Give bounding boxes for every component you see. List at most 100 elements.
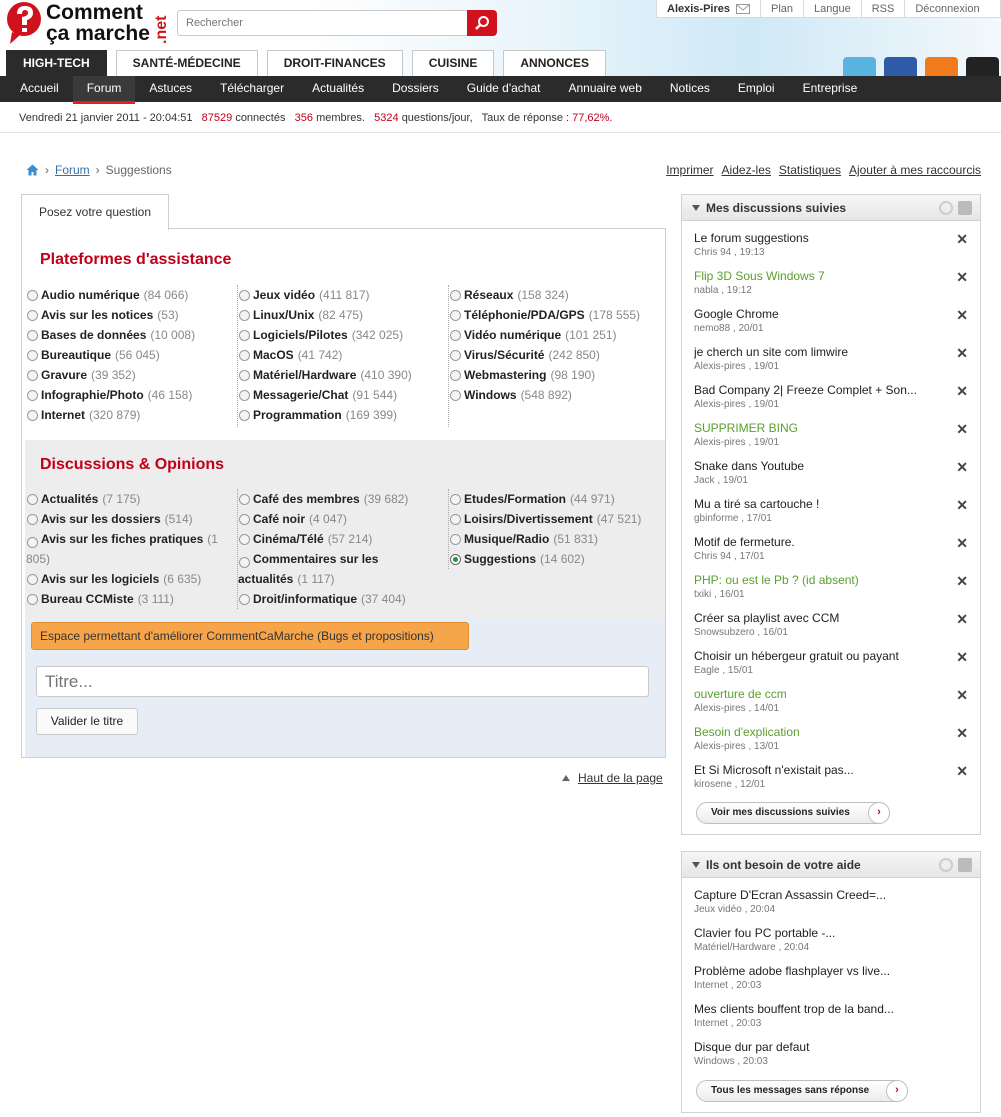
- discussion-title-link[interactable]: Disque dur par defaut: [694, 1040, 934, 1054]
- forum-category[interactable]: Virus/Sécurité (242 850): [449, 345, 660, 365]
- close-icon[interactable]: ✕: [956, 649, 968, 666]
- radio-button[interactable]: [239, 410, 250, 421]
- nav-telecharger[interactable]: Télécharger: [206, 76, 298, 102]
- forum-category[interactable]: Linux/Unix (82 475): [238, 305, 449, 325]
- close-icon[interactable]: ✕: [956, 573, 968, 590]
- nav-accueil[interactable]: Accueil: [6, 76, 73, 102]
- forum-category[interactable]: Café des membres (39 682): [238, 489, 449, 509]
- radio-button[interactable]: [239, 594, 250, 605]
- nav-entreprise[interactable]: Entreprise: [789, 76, 872, 102]
- forum-category[interactable]: Etudes/Formation (44 971): [449, 489, 660, 509]
- forum-category[interactable]: Messagerie/Chat (91 544): [238, 385, 449, 405]
- tab-sante-medecine[interactable]: SANTÉ-MÉDECINE: [115, 50, 258, 76]
- help-needed-header[interactable]: Ils ont besoin de votre aide: [682, 852, 980, 878]
- discussion-title-link[interactable]: Le forum suggestions: [694, 231, 934, 245]
- forum-category[interactable]: Bureau CCMiste (3 111): [26, 589, 238, 609]
- forum-category[interactable]: MacOS (41 742): [238, 345, 449, 365]
- forum-category[interactable]: Programmation (169 399): [238, 405, 449, 425]
- radio-button[interactable]: [27, 514, 38, 525]
- discussion-title-link[interactable]: Motif de fermeture.: [694, 535, 934, 549]
- mail-icon[interactable]: [735, 3, 750, 14]
- radio-button[interactable]: [27, 574, 38, 585]
- radio-button[interactable]: [450, 554, 461, 565]
- radio-button[interactable]: [27, 330, 38, 341]
- forum-category[interactable]: Bases de données (10 008): [26, 325, 238, 345]
- forum-category[interactable]: Webmastering (98 190): [449, 365, 660, 385]
- discussion-title-link[interactable]: Et Si Microsoft n'existait pas...: [694, 763, 934, 777]
- forum-category[interactable]: Avis sur les dossiers (514): [26, 509, 238, 529]
- title-input[interactable]: [36, 666, 649, 697]
- tab-high-tech[interactable]: HIGH-TECH: [6, 50, 107, 76]
- statistics-link[interactable]: Statistiques: [779, 163, 841, 177]
- discussion-title-link[interactable]: Choisir un hébergeur gratuit ou payant: [694, 649, 934, 663]
- validate-title-button[interactable]: Valider le titre: [36, 708, 138, 735]
- forum-category[interactable]: Téléphonie/PDA/GPS (178 555): [449, 305, 660, 325]
- radio-button[interactable]: [450, 390, 461, 401]
- tab-cuisine[interactable]: CUISINE: [411, 50, 495, 76]
- print-link[interactable]: Imprimer: [666, 163, 713, 177]
- forum-category[interactable]: Avis sur les fiches pratiques (1 805): [26, 529, 238, 569]
- radio-button[interactable]: [450, 534, 461, 545]
- discussion-title-link[interactable]: Problème adobe flashplayer vs live...: [694, 964, 934, 978]
- forum-category[interactable]: Commentaires sur les actualités (1 117): [238, 549, 449, 589]
- radio-button[interactable]: [27, 350, 38, 361]
- radio-button[interactable]: [27, 410, 38, 421]
- all-unanswered-button[interactable]: Tous les messages sans réponse ›: [696, 1080, 908, 1102]
- radio-button[interactable]: [27, 310, 38, 321]
- forum-category[interactable]: Suggestions (14 602): [449, 549, 660, 569]
- rss-icon[interactable]: [958, 201, 972, 215]
- forum-category[interactable]: Bureautique (56 045): [26, 345, 238, 365]
- forum-category[interactable]: Loisirs/Divertissement (47 521): [449, 509, 660, 529]
- forum-category[interactable]: Actualités (7 175): [26, 489, 238, 509]
- radio-button[interactable]: [450, 350, 461, 361]
- back-to-top[interactable]: Haut de la page: [562, 771, 663, 785]
- forum-category[interactable]: Windows (548 892): [449, 385, 660, 405]
- forum-category[interactable]: Gravure (39 352): [26, 365, 238, 385]
- nav-forum[interactable]: Forum: [72, 76, 136, 104]
- radio-button[interactable]: [239, 290, 250, 301]
- close-icon[interactable]: ✕: [956, 269, 968, 286]
- close-icon[interactable]: ✕: [956, 535, 968, 552]
- triangle-down-icon[interactable]: [692, 204, 700, 211]
- gear-icon[interactable]: [939, 201, 953, 215]
- close-icon[interactable]: ✕: [956, 345, 968, 362]
- discussion-title-link[interactable]: Snake dans Youtube: [694, 459, 934, 473]
- forum-category[interactable]: Jeux vidéo (411 817): [238, 285, 449, 305]
- radio-button[interactable]: [239, 556, 250, 568]
- discussion-title-link[interactable]: Créer sa playlist avec CCM: [694, 611, 934, 625]
- search-input[interactable]: [177, 10, 469, 36]
- nav-annuaire-web[interactable]: Annuaire web: [554, 76, 655, 102]
- back-to-top-label[interactable]: Haut de la page: [578, 771, 663, 785]
- radio-button[interactable]: [27, 290, 38, 301]
- close-icon[interactable]: ✕: [956, 459, 968, 476]
- nav-dossiers[interactable]: Dossiers: [378, 76, 453, 102]
- radio-button[interactable]: [239, 514, 250, 525]
- radio-button[interactable]: [27, 536, 38, 548]
- radio-button[interactable]: [450, 330, 461, 341]
- radio-button[interactable]: [27, 594, 38, 605]
- forum-category[interactable]: Avis sur les notices (53): [26, 305, 238, 325]
- discussion-title-link[interactable]: Mes clients bouffent trop de la band...: [694, 1002, 934, 1016]
- radio-button[interactable]: [27, 494, 38, 505]
- discussion-title-link[interactable]: Mu a tiré sa cartouche !: [694, 497, 934, 511]
- discussion-title-link[interactable]: Google Chrome: [694, 307, 934, 321]
- discussion-title-link[interactable]: Bad Company 2| Freeze Complet + Son...: [694, 383, 934, 397]
- discussion-title-link[interactable]: ouverture de ccm: [694, 687, 934, 701]
- add-shortcut-link[interactable]: Ajouter à mes raccourcis: [849, 163, 981, 177]
- radio-button[interactable]: [450, 370, 461, 381]
- tab-droit-finances[interactable]: DROIT-FINANCES: [266, 50, 403, 76]
- discussion-title-link[interactable]: Flip 3D Sous Windows 7: [694, 269, 934, 283]
- nav-actualites[interactable]: Actualités: [298, 76, 378, 102]
- close-icon[interactable]: ✕: [956, 725, 968, 742]
- radio-button[interactable]: [239, 310, 250, 321]
- triangle-down-icon[interactable]: [692, 861, 700, 868]
- breadcrumb-forum[interactable]: Forum: [55, 163, 90, 177]
- discussion-title-link[interactable]: Capture D'Ecran Assassin Creed=...: [694, 888, 934, 902]
- radio-button[interactable]: [27, 390, 38, 401]
- forum-category[interactable]: Logiciels/Pilotes (342 025): [238, 325, 449, 345]
- nav-emploi[interactable]: Emploi: [724, 76, 789, 102]
- rss-link[interactable]: RSS: [862, 0, 906, 17]
- forum-category[interactable]: Café noir (4 047): [238, 509, 449, 529]
- discussion-title-link[interactable]: Besoin d'explication: [694, 725, 934, 739]
- close-icon[interactable]: ✕: [956, 763, 968, 780]
